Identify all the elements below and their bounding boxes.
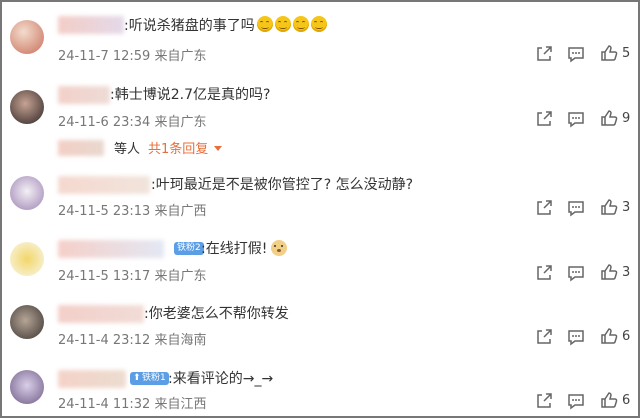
comment-meta: 24-11-6 23:34 来自广东 (58, 115, 207, 130)
comment-item: :你老婆怎么不帮你转发 24-11-4 23:12 来自海南 6 (2, 305, 638, 365)
like-icon[interactable] (600, 327, 618, 345)
grin-emoji-icon (310, 16, 327, 32)
share-icon[interactable] (535, 392, 553, 410)
comment-meta: 24-11-5 23:13 来自广西 (58, 204, 207, 219)
comment-text: :听说杀猪盘的事了吗 (124, 16, 327, 35)
grin-emoji-icon (292, 16, 309, 32)
avatar[interactable] (10, 90, 44, 124)
reply-username-blurred (58, 140, 104, 156)
share-icon[interactable] (535, 45, 553, 63)
username-blurred[interactable] (58, 240, 164, 258)
username-blurred[interactable] (58, 305, 144, 323)
chevron-down-icon (214, 146, 223, 151)
comment-icon[interactable] (567, 199, 585, 217)
avatar[interactable] (10, 242, 44, 276)
username-blurred[interactable] (58, 176, 150, 194)
comment-meta: 24-11-4 23:12 来自海南 (58, 333, 207, 348)
share-icon[interactable] (535, 264, 553, 282)
comment-list: :听说杀猪盘的事了吗 24-11-7 12:59 来自广东 5 :韩士博说2.7… (0, 0, 640, 418)
like-count: 6 (622, 329, 631, 344)
comment-meta: 24-11-7 12:59 来自广东 (58, 49, 207, 64)
avatar[interactable] (10, 20, 44, 54)
comment-item: :听说杀猪盘的事了吗 24-11-7 12:59 来自广东 5 (2, 16, 638, 76)
comment-icon[interactable] (567, 110, 585, 128)
like-icon[interactable] (600, 263, 618, 281)
comment-icon[interactable] (567, 264, 585, 282)
like-icon[interactable] (600, 109, 618, 127)
username-blurred[interactable] (58, 16, 124, 34)
comment-item: 铁粉2 :在线打假! 24-11-5 13:17 来自广东 3 (2, 240, 638, 300)
like-count: 9 (622, 111, 631, 126)
like-icon[interactable] (600, 44, 618, 62)
comment-icon[interactable] (567, 392, 585, 410)
like-count: 3 (622, 200, 631, 215)
avatar[interactable] (10, 176, 44, 210)
comment-icon[interactable] (567, 328, 585, 346)
comment-item: :叶珂最近是不是被你管控了? 怎么没动静? 24-11-5 23:13 来自广西… (2, 176, 638, 236)
fan-badge: 铁粉2 (174, 242, 204, 255)
like-icon[interactable] (600, 198, 618, 216)
comment-meta: 24-11-5 13:17 来自广东 (58, 269, 207, 284)
comment-text: :叶珂最近是不是被你管控了? 怎么没动静? (151, 177, 414, 193)
reply-who: 等人 (114, 142, 141, 157)
badge-arrow-icon: ⬆ (133, 373, 141, 383)
like-count: 5 (622, 46, 631, 61)
avatar[interactable] (10, 305, 44, 339)
comment-text: :韩士博说2.7亿是真的吗? (110, 87, 271, 103)
doge-emoji-icon (271, 240, 288, 256)
share-icon[interactable] (535, 110, 553, 128)
share-icon[interactable] (535, 199, 553, 217)
reply-summary[interactable]: 等人 共1条回复 (58, 138, 223, 157)
view-replies-link[interactable]: 共1条回复 (148, 142, 208, 157)
username-blurred[interactable] (58, 86, 110, 104)
grin-emoji-icon (256, 16, 273, 32)
like-count: 3 (622, 265, 631, 280)
share-icon[interactable] (535, 328, 553, 346)
comment-item: ⬆ 铁粉1 :来看评论的→_→ 24-11-4 11:32 来自江西 6 (2, 370, 638, 416)
comment-text: :你老婆怎么不帮你转发 (144, 306, 289, 322)
fan-badge: ⬆ 铁粉1 (130, 372, 169, 385)
comment-meta: 24-11-4 11:32 来自江西 (58, 397, 207, 412)
avatar[interactable] (10, 370, 44, 404)
like-count: 6 (622, 393, 631, 408)
comment-text: :来看评论的→_→ (168, 371, 274, 387)
comment-icon[interactable] (567, 45, 585, 63)
username-blurred[interactable] (58, 370, 126, 388)
grin-emoji-icon (274, 16, 291, 32)
comment-text: :在线打假! (201, 240, 288, 258)
like-icon[interactable] (600, 391, 618, 409)
comment-item: :韩士博说2.7亿是真的吗? 24-11-6 23:34 来自广东 9 等人 共1… (2, 86, 638, 176)
